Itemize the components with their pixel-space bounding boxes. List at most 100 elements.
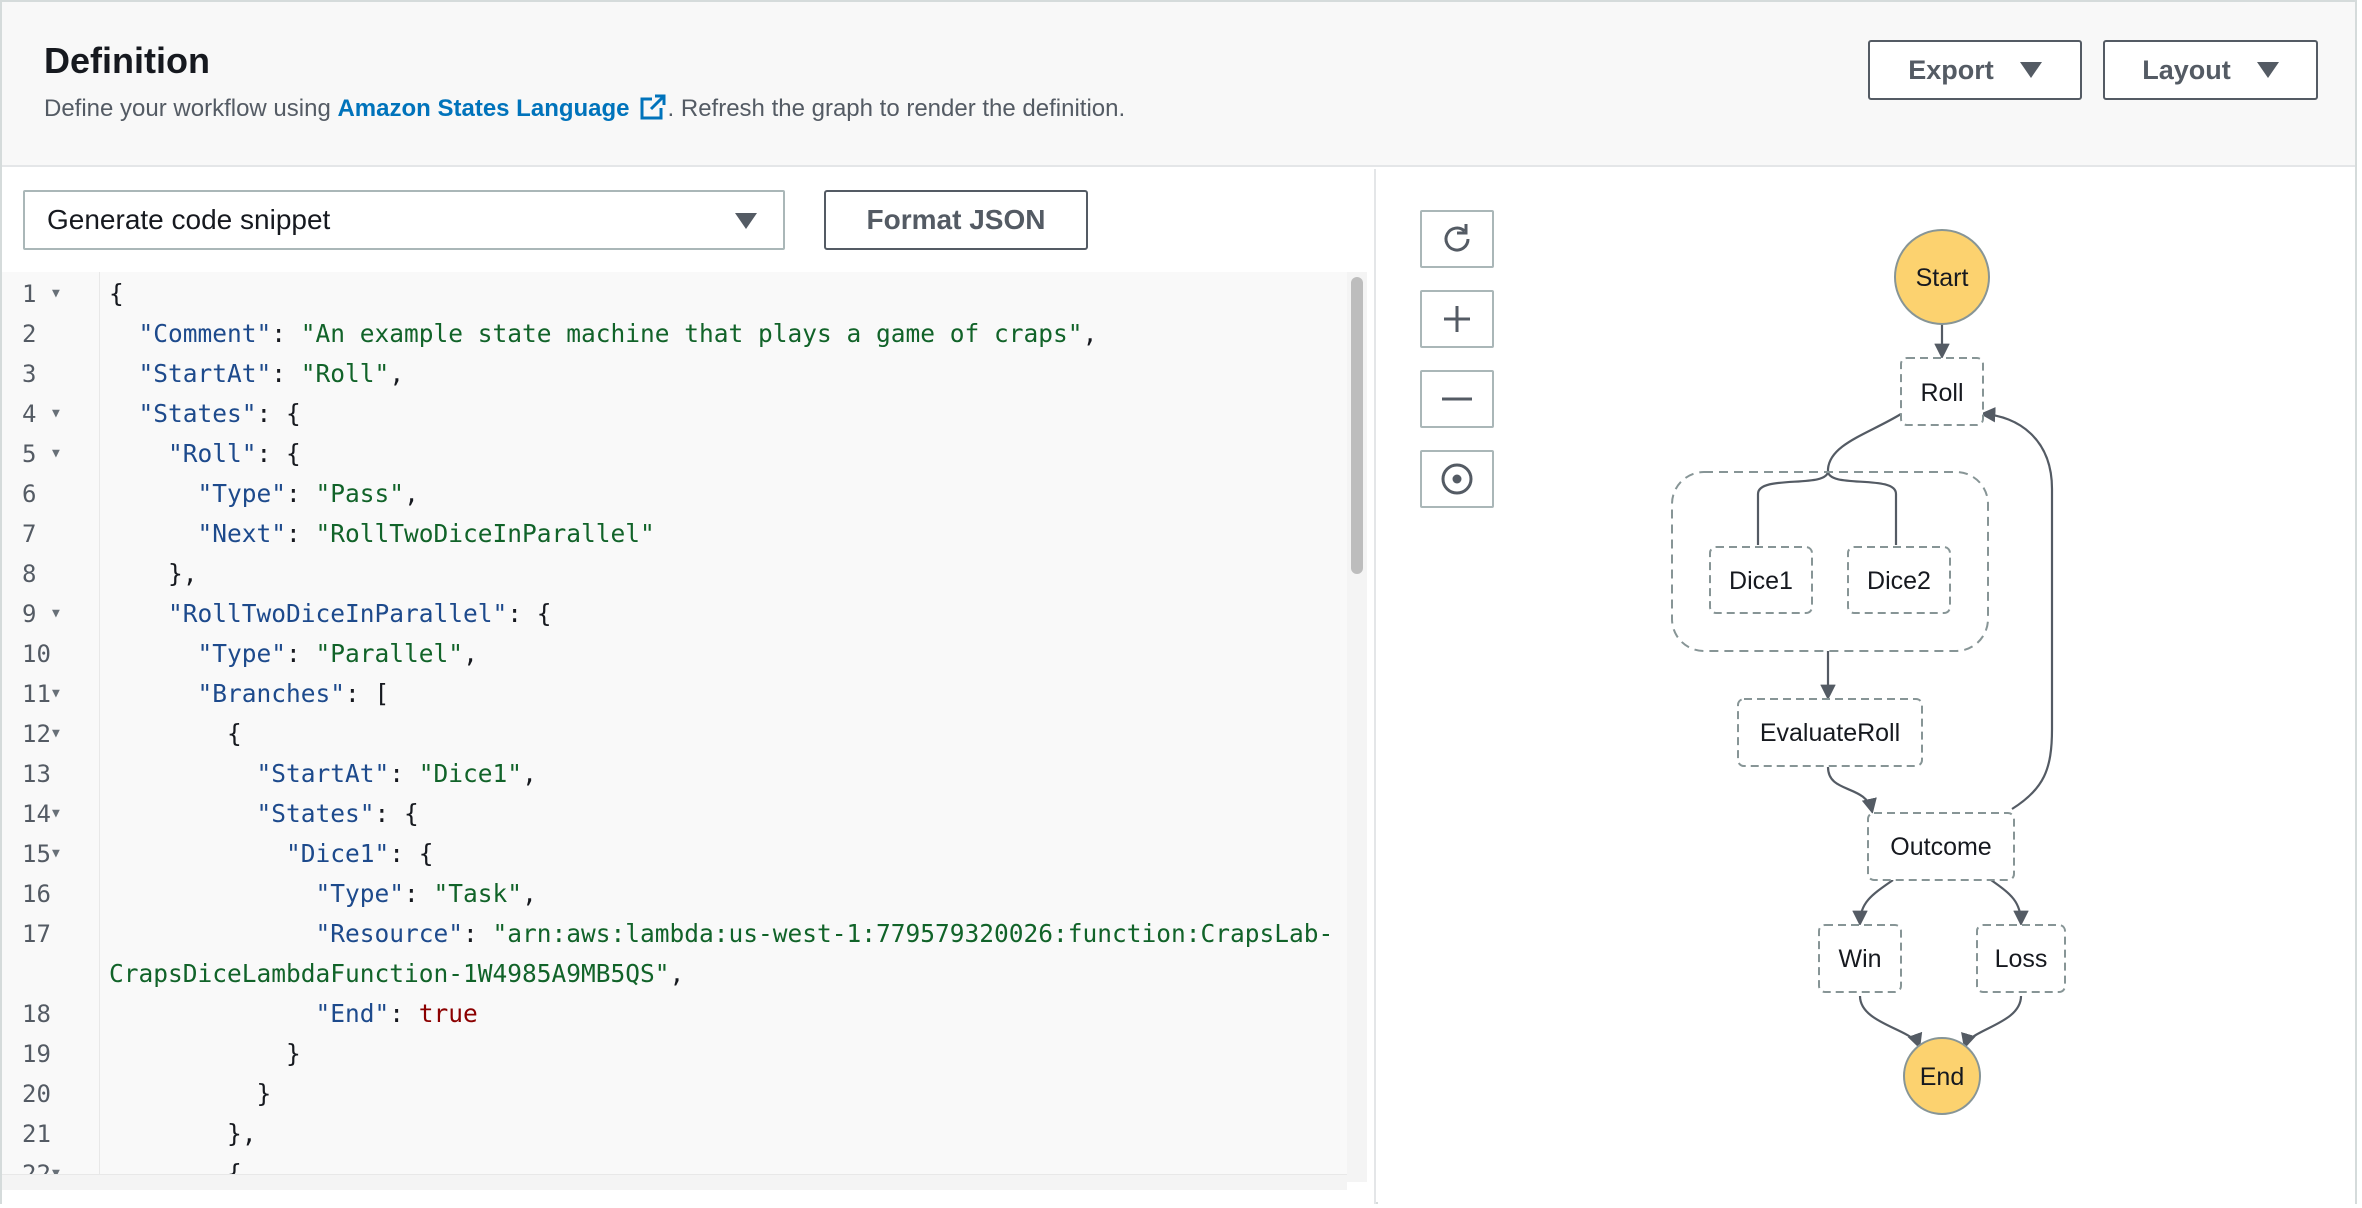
code-token: "Task": [433, 879, 523, 908]
code-line[interactable]: "RollTwoDiceInParallel": {: [109, 594, 552, 634]
generate-code-snippet-select[interactable]: Generate code snippet: [23, 190, 785, 250]
code-line[interactable]: "Resource": "arn:aws:lambda:us-west-1:77…: [109, 914, 1334, 954]
code-token: }: [109, 1039, 301, 1068]
code-line[interactable]: }: [109, 1074, 272, 1114]
code-token: },: [109, 559, 198, 588]
line-number: [2, 954, 100, 994]
line-number: 1 ▼: [2, 274, 100, 314]
code-token: "RollTwoDiceInParallel": [315, 519, 655, 548]
vertical-scrollbar[interactable]: [1347, 272, 1367, 1182]
code-token: "RollTwoDiceInParallel": [168, 599, 508, 628]
edge-branch-dice2: [1826, 470, 1898, 545]
code-line[interactable]: "Dice1": {: [109, 834, 434, 874]
line-number-text: 6: [22, 480, 37, 508]
line-number: 3: [2, 354, 100, 394]
line-number: 11 ▼: [2, 674, 100, 714]
code-line[interactable]: "States": {: [109, 394, 301, 434]
code-editor[interactable]: 1 ▼ 2 3 4 ▼ 5 ▼ 6 7 8 9 ▼ 10 11 ▼ 12 ▼ 13 14 ▼ 15 ▼ 16 17 18 19 20 2…: [2, 272, 1347, 1182]
loss-label: Loss: [1995, 945, 2048, 973]
code-token: "Dice1": [286, 839, 390, 868]
line-number-text: 10: [22, 640, 51, 668]
code-token: ,: [522, 879, 537, 908]
layout-button[interactable]: Layout: [2103, 40, 2318, 100]
line-number-text: 16: [22, 880, 51, 908]
line-number: 18: [2, 994, 100, 1034]
asl-link[interactable]: Amazon States Language: [337, 95, 629, 122]
edge-outcome-roll: [1979, 407, 2054, 810]
code-line[interactable]: CrapsDiceLambdaFunction-1W4985A9MB5QS",: [109, 954, 684, 994]
scrollbar-thumb[interactable]: [1351, 277, 1363, 574]
outcome-label: Outcome: [1890, 833, 1991, 861]
horizontal-scrollbar[interactable]: [2, 1174, 1347, 1190]
line-number-text: 18: [22, 1000, 51, 1028]
code-token: : {: [389, 839, 434, 868]
format-json-button[interactable]: Format JSON: [824, 190, 1088, 250]
code-token: :: [389, 759, 419, 788]
caret-down-icon: [2256, 62, 2279, 78]
code-line[interactable]: "StartAt": "Dice1",: [109, 754, 537, 794]
code-token: ,: [522, 759, 537, 788]
line-number: 13: [2, 754, 100, 794]
line-number-gutter: 1 ▼ 2 3 4 ▼ 5 ▼ 6 7 8 9 ▼ 10 11 ▼ 12 ▼ 13 14 ▼ 15 ▼ 16 17 18 19 20 2…: [2, 272, 100, 1182]
code-line[interactable]: },: [109, 554, 198, 594]
code-token: "Type": [315, 879, 405, 908]
code-line[interactable]: "Next": "RollTwoDiceInParallel": [109, 514, 655, 554]
fold-toggle-icon[interactable]: ▼: [52, 834, 60, 874]
code-line[interactable]: "StartAt": "Roll",: [109, 354, 405, 394]
fold-toggle-icon[interactable]: ▼: [52, 274, 60, 314]
code-line[interactable]: "Type": "Task",: [109, 874, 537, 914]
code-line[interactable]: {: [109, 714, 242, 754]
fold-toggle-icon[interactable]: ▼: [52, 434, 60, 474]
code-token: "Parallel": [315, 639, 464, 668]
code-line[interactable]: {: [109, 274, 124, 314]
line-number: 4 ▼: [2, 394, 100, 434]
fold-toggle-icon[interactable]: ▼: [52, 714, 60, 754]
code-token: ,: [1082, 319, 1098, 348]
line-number: 16: [2, 874, 100, 914]
export-label: Export: [1908, 54, 1994, 85]
code-token: "Branches": [197, 679, 346, 708]
code-token: "Next": [197, 519, 287, 548]
fold-toggle-icon[interactable]: ▼: [52, 394, 60, 434]
line-number: 10: [2, 634, 100, 674]
code-token: "Type": [197, 479, 287, 508]
line-number-text: 17: [22, 920, 51, 948]
line-number: 19: [2, 1034, 100, 1074]
code-line[interactable]: "Comment": "An example state machine tha…: [109, 314, 1098, 354]
edge-loss-end: [1961, 995, 2023, 1049]
code-line[interactable]: "Type": "Parallel",: [109, 634, 478, 674]
code-line[interactable]: "Roll": {: [109, 434, 301, 474]
start-label: Start: [1916, 264, 1969, 292]
code-line[interactable]: "Type": "Pass",: [109, 474, 419, 514]
code-token: "Roll": [168, 439, 257, 468]
code-line[interactable]: "End": true: [109, 994, 478, 1034]
code-line[interactable]: },: [109, 1114, 257, 1154]
line-number-text: 4: [22, 400, 37, 428]
code-line[interactable]: }: [109, 1034, 301, 1074]
roll-label: Roll: [1920, 379, 1963, 407]
line-number-text: 7: [22, 520, 37, 548]
state-machine-graph: Start Roll Dice1 Dice2 EvaluateRoll Outc…: [1671, 229, 2066, 1115]
code-line[interactable]: "Branches": [: [109, 674, 390, 714]
code-token: :: [463, 919, 493, 948]
code-token: "An example state machine that plays a g…: [300, 319, 1083, 348]
external-link-icon[interactable]: [638, 92, 668, 122]
code-token: "arn:aws:lambda:us-west-1:779579320026:f…: [492, 919, 1334, 948]
code-editor-pane: Generate code snippet Format JSON 1 ▼ 2 3 4 ▼…: [2, 169, 1376, 1204]
definition-panel: Definition Define your workflow using Am…: [0, 0, 2357, 1204]
description-suffix: . Refresh the graph to render the defini…: [667, 95, 1126, 122]
fold-toggle-icon[interactable]: ▼: [52, 794, 60, 834]
end-label: End: [1920, 1063, 1964, 1091]
fold-toggle-icon[interactable]: ▼: [52, 674, 60, 714]
code-line[interactable]: "States": {: [109, 794, 419, 834]
line-number: 9 ▼: [2, 594, 100, 634]
line-number-text: 9: [22, 600, 37, 628]
code-token: "Type": [197, 639, 287, 668]
export-button[interactable]: Export: [1868, 40, 2082, 100]
code-token: "End": [315, 999, 390, 1028]
fold-toggle-icon[interactable]: ▼: [52, 594, 60, 634]
code-token: : [: [345, 679, 390, 708]
